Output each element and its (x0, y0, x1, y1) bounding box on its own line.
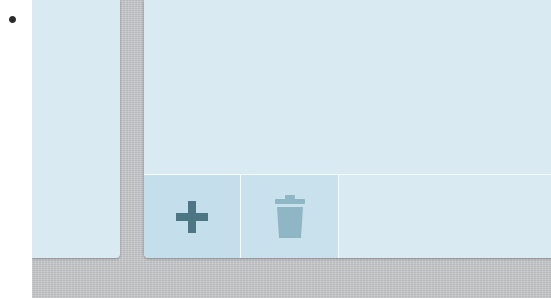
bottom-toolbar (144, 174, 551, 258)
main-panel (144, 0, 551, 258)
screen (0, 0, 551, 298)
add-button[interactable] (144, 175, 241, 258)
bullet-dot (9, 16, 16, 23)
toolbar-spacer (339, 175, 551, 258)
sidebar-panel (32, 0, 120, 258)
app-window (32, 0, 551, 298)
content-area[interactable] (144, 0, 551, 174)
trash-icon (273, 195, 307, 239)
delete-button[interactable] (241, 175, 339, 258)
plus-icon (174, 199, 210, 235)
